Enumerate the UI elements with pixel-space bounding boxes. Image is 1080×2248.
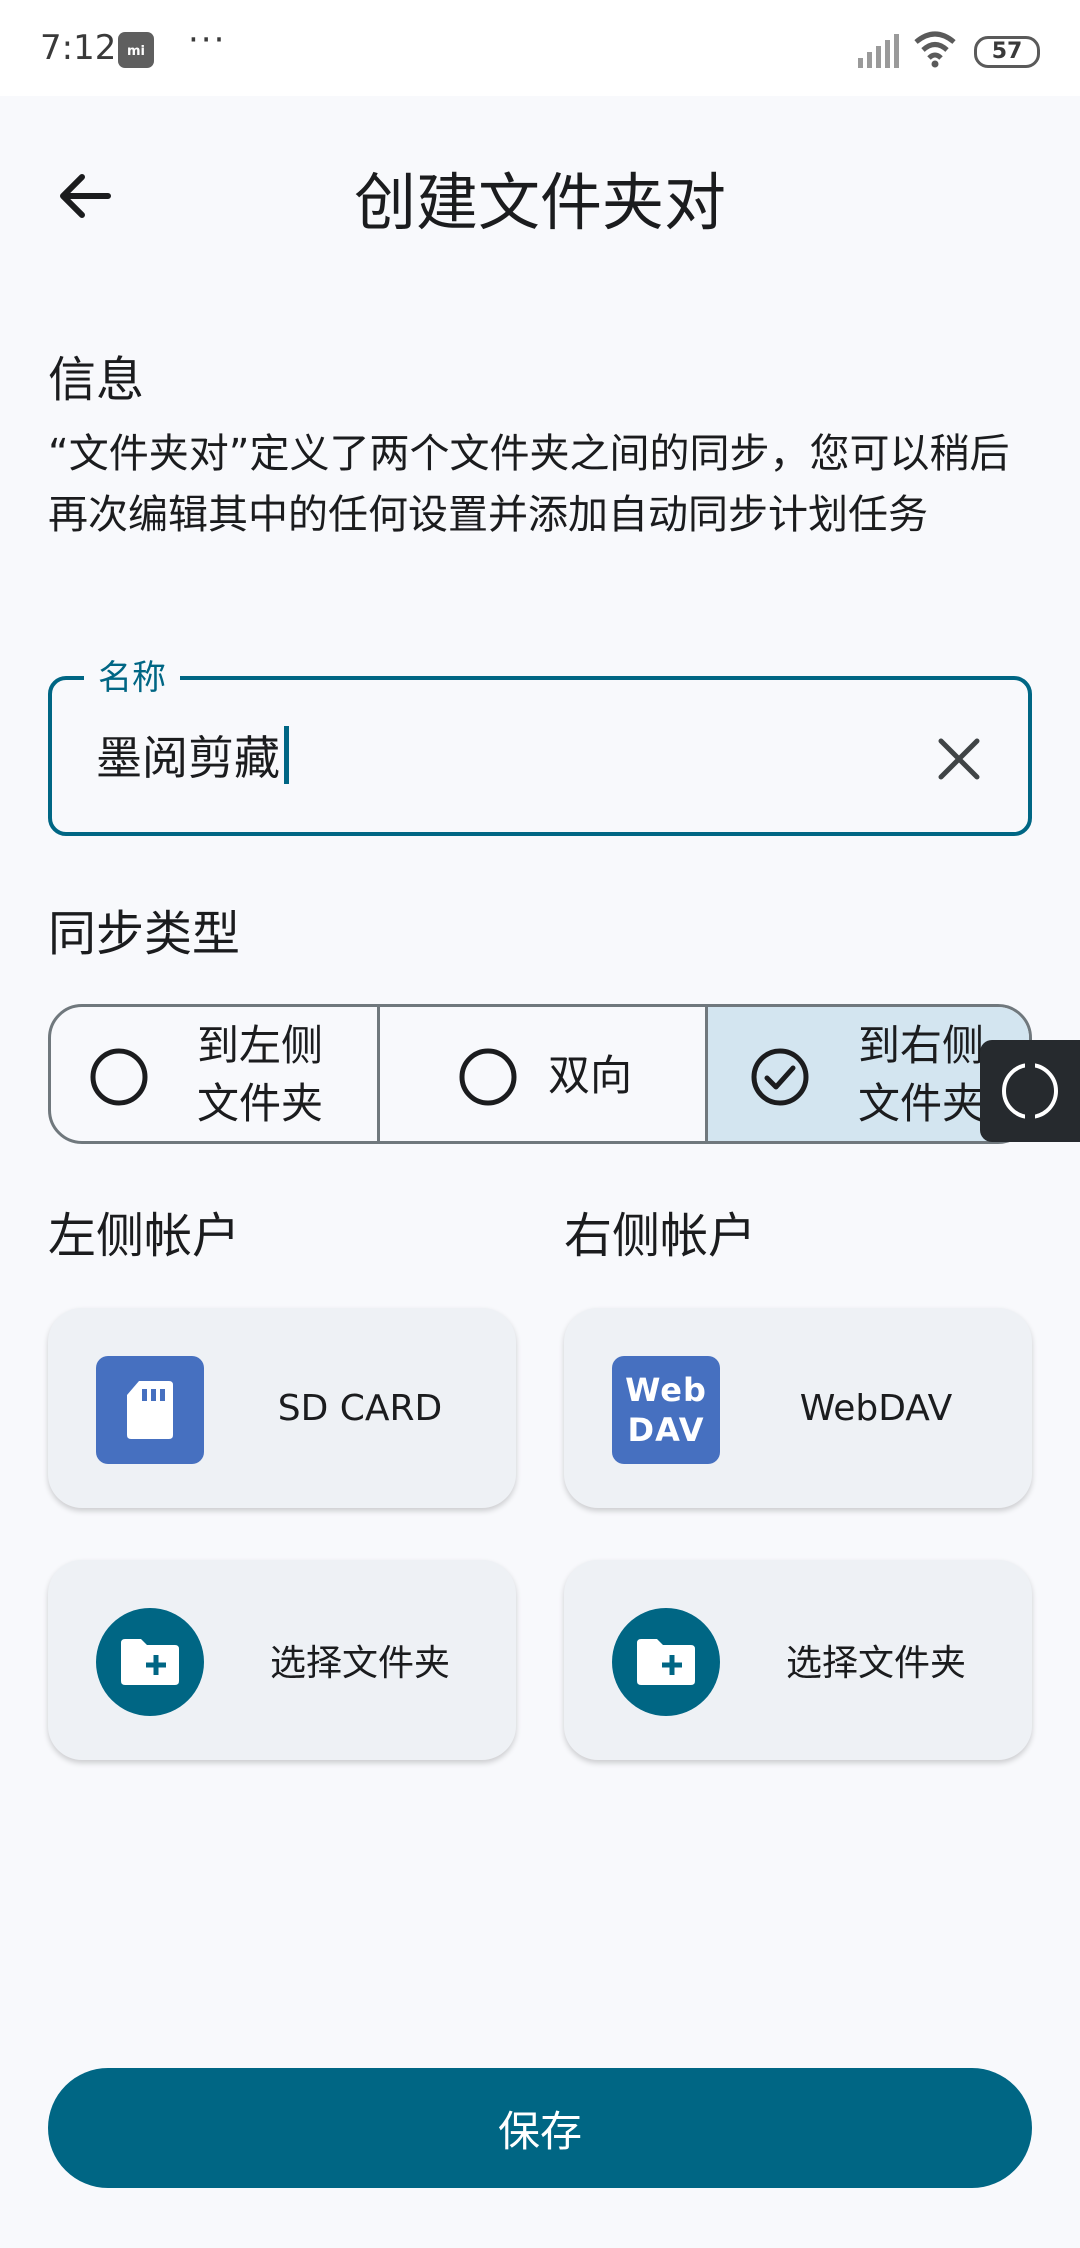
- right-account-label: 右侧帐户: [564, 1208, 757, 1264]
- webdav-icon-text: Web: [625, 1371, 707, 1409]
- left-account-label: 左侧帐户: [48, 1208, 241, 1264]
- text-caret: [284, 726, 289, 784]
- webdav-icon-text: DAV: [627, 1411, 705, 1449]
- right-account-card[interactable]: Web DAV WebDAV: [564, 1308, 1032, 1508]
- right-select-folder-label: 选择文件夹: [785, 1643, 966, 1684]
- sync-option-label: 到左侧: [197, 1021, 324, 1070]
- left-account-name: SD CARD: [277, 1387, 443, 1429]
- more-notifications-icon: ···: [188, 20, 227, 60]
- webdav-icon: Web DAV: [612, 1356, 720, 1464]
- name-field-label: 名称: [84, 650, 180, 699]
- left-select-folder-card[interactable]: 选择文件夹: [48, 1560, 516, 1760]
- sync-option-two-way[interactable]: 双向: [377, 1007, 705, 1141]
- left-select-folder-label: 选择文件夹: [269, 1643, 450, 1684]
- left-account-card[interactable]: SD CARD: [48, 1308, 516, 1508]
- refresh-circle-icon: [1002, 1062, 1058, 1120]
- radio-unchecked-icon: [90, 1048, 148, 1106]
- sync-option-label: 文件夹: [197, 1079, 324, 1128]
- info-description: “文件夹对”定义了两个文件夹之间的同步，您可以稍后再次编辑其中的任何设置并添加自…: [48, 431, 1010, 538]
- info-label: 信息: [48, 352, 145, 408]
- page-title: 创建文件夹对: [353, 166, 726, 239]
- sync-type-label: 同步类型: [48, 906, 241, 962]
- add-folder-icon: [96, 1608, 204, 1716]
- sd-card-icon: [96, 1356, 204, 1464]
- check-circle-icon: [751, 1048, 809, 1106]
- status-time: 7:12: [40, 28, 117, 68]
- sync-option-label: 到右侧: [858, 1021, 985, 1070]
- save-button[interactable]: 保存: [48, 2068, 1032, 2188]
- sync-option-to-left[interactable]: 到左侧 文件夹: [51, 1007, 377, 1141]
- add-folder-icon: [612, 1608, 720, 1716]
- signal-icon: [858, 34, 899, 68]
- mi-store-icon: mi: [118, 32, 154, 68]
- name-input[interactable]: 墨阅剪藏: [96, 722, 289, 788]
- wifi-icon: [914, 31, 956, 68]
- sync-type-selector: 到左侧 文件夹 双向 到右侧 文件夹: [48, 1004, 1032, 1144]
- right-account-name: WebDAV: [799, 1387, 953, 1429]
- right-select-folder-card[interactable]: 选择文件夹: [564, 1560, 1032, 1760]
- battery-icon: 57: [974, 36, 1040, 68]
- floating-overlay-button[interactable]: [980, 1040, 1080, 1142]
- name-input-value: 墨阅剪藏: [96, 731, 280, 785]
- close-icon: [938, 738, 980, 780]
- sync-option-label: 文件夹: [858, 1079, 985, 1128]
- radio-unchecked-icon: [459, 1048, 517, 1106]
- sync-option-label: 双向: [548, 1051, 633, 1100]
- clear-button[interactable]: [926, 726, 992, 792]
